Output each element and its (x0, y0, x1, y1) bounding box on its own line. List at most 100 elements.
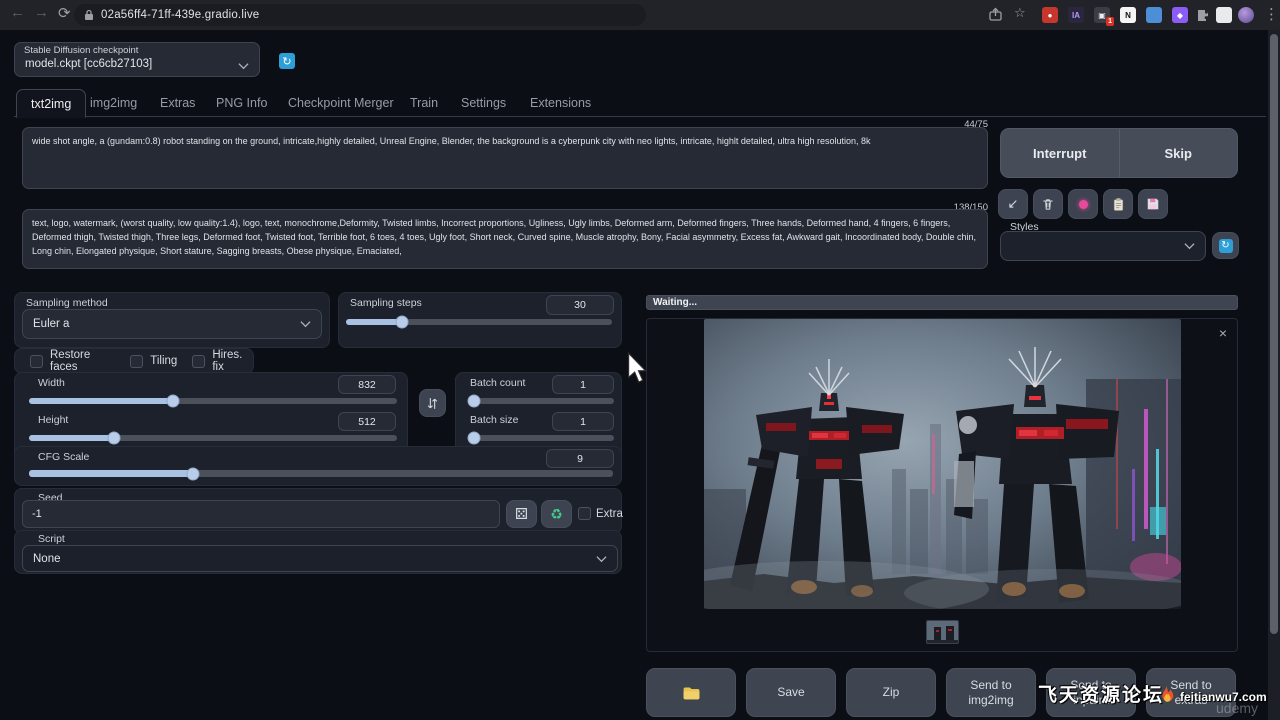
save-style-button[interactable] (1138, 189, 1168, 219)
slider-handle[interactable] (395, 316, 408, 329)
open-folder-button[interactable] (646, 668, 736, 717)
chevron-down-icon (300, 320, 311, 328)
width-label: Width (38, 377, 65, 389)
slider-handle[interactable] (107, 432, 120, 445)
tab-txt2img[interactable]: txt2img (16, 89, 86, 118)
slider-handle[interactable] (468, 395, 481, 408)
styles-dropdown[interactable] (1000, 231, 1206, 261)
cfg-scale-label: CFG Scale (38, 451, 89, 463)
sampling-method-value: Euler a (33, 318, 69, 330)
extension-icon-red[interactable]: ● (1042, 7, 1058, 23)
prompt-input[interactable]: wide shot angle, a (gundam:0.8) robot st… (22, 127, 988, 189)
batch-count-slider[interactable] (470, 398, 614, 404)
tab-extras[interactable]: Extras (160, 89, 195, 117)
output-gallery: × (646, 318, 1238, 652)
sampling-steps-slider[interactable] (346, 319, 612, 325)
checkpoint-value: model.ckpt [cc6cb27103] (25, 58, 152, 70)
restore-faces-checkbox[interactable] (30, 355, 43, 368)
seed-input[interactable] (22, 500, 500, 528)
extensions-puzzle-icon[interactable] (1196, 8, 1210, 22)
clipboard-icon (1112, 197, 1125, 212)
slider-handle[interactable] (186, 467, 199, 480)
cfg-scale-value[interactable] (546, 449, 614, 468)
script-value: None (33, 553, 61, 565)
batch-size-value[interactable] (552, 412, 614, 431)
checkpoint-label: Stable Diffusion checkpoint (24, 45, 138, 56)
extension-badge: 1 (1106, 17, 1114, 26)
hires-fix-checkbox[interactable] (192, 355, 205, 368)
height-slider[interactable] (29, 435, 397, 441)
refresh-icon: ↻ (1219, 239, 1233, 253)
extension-icon-n[interactable]: N (1120, 7, 1136, 23)
seed-extra-checkbox[interactable] (578, 507, 591, 520)
bookmark-star-icon[interactable]: ☆ (1014, 5, 1026, 21)
slider-handle[interactable] (468, 432, 481, 445)
pink-card-icon (1079, 200, 1088, 209)
chevron-down-icon (596, 555, 607, 563)
progress-bar: Waiting... (646, 295, 1238, 310)
tab-checkpoint-merger[interactable]: Checkpoint Merger (288, 89, 394, 117)
batch-count-value[interactable] (552, 375, 614, 394)
tab-extensions[interactable]: Extensions (530, 89, 591, 117)
tab-train[interactable]: Train (410, 89, 438, 117)
extra-networks-button[interactable] (1068, 189, 1098, 219)
slider-fill (29, 435, 114, 441)
apply-style-button[interactable] (1103, 189, 1133, 219)
height-label: Height (38, 414, 68, 426)
folder-icon (682, 685, 701, 701)
close-icon[interactable]: × (1219, 325, 1227, 341)
negative-prompt-input[interactable]: text, logo, watermark, (worst quality, l… (22, 209, 988, 269)
extension-icon-blue[interactable] (1146, 7, 1162, 23)
sampling-method-dropdown[interactable]: Euler a (22, 309, 322, 339)
batch-size-slider[interactable] (470, 435, 614, 441)
back-icon[interactable]: ← (10, 4, 25, 21)
extension-icon-dark[interactable]: ▣ 1 (1094, 7, 1110, 23)
skip-button[interactable]: Skip (1119, 129, 1238, 177)
interrupt-button[interactable]: Interrupt (1001, 129, 1119, 177)
refresh-checkpoint-icon[interactable]: ↻ (279, 53, 295, 69)
tiling-checkbox[interactable] (130, 355, 143, 368)
script-dropdown[interactable]: None (22, 545, 618, 572)
sampling-steps-value[interactable] (546, 295, 614, 315)
swap-dimensions-button[interactable] (419, 389, 446, 417)
tab-img2img[interactable]: img2img (90, 89, 137, 117)
progress-text: Waiting... (653, 297, 697, 308)
height-value[interactable] (338, 412, 396, 431)
send-to-img2img-button[interactable]: Send to img2img (946, 668, 1036, 717)
gallery-thumbnail[interactable] (926, 620, 959, 644)
gundam-cyberpunk-image (704, 319, 1181, 609)
dice-icon: ⚄ (515, 505, 528, 523)
generation-buttons: Interrupt Skip (1000, 128, 1238, 178)
scrollbar-thumb[interactable] (1270, 34, 1278, 634)
forward-icon[interactable]: → (34, 4, 49, 21)
generated-image[interactable] (704, 319, 1181, 609)
width-value[interactable] (338, 375, 396, 394)
clear-prompt-button[interactable] (1033, 189, 1063, 219)
paste-generation-params-button[interactable]: ↙ (998, 189, 1028, 219)
tab-settings[interactable]: Settings (461, 89, 506, 117)
watermark-site-name: 飞天资源论坛 (1038, 680, 1164, 707)
extension-icon-purple[interactable]: ◆ (1172, 7, 1188, 23)
address-bar[interactable]: 02a56ff4-71ff-439e.gradio.live (74, 4, 646, 26)
zip-button[interactable]: Zip (846, 668, 936, 717)
tab-png-info[interactable]: PNG Info (216, 89, 267, 117)
width-slider[interactable] (29, 398, 397, 404)
thumbnail-image (927, 621, 959, 644)
chevron-down-icon (238, 62, 249, 70)
share-icon[interactable] (988, 7, 1003, 22)
random-seed-button[interactable]: ⚄ (506, 500, 537, 528)
slider-handle[interactable] (166, 395, 179, 408)
cfg-scale-slider[interactable] (29, 470, 613, 477)
refresh-styles-button[interactable]: ↻ (1212, 232, 1239, 259)
save-button[interactable]: Save (746, 668, 836, 717)
profile-avatar[interactable] (1238, 7, 1254, 23)
extension-icon-light[interactable] (1216, 7, 1232, 23)
recycle-icon: ♻ (550, 506, 563, 523)
script-label: Script (38, 533, 65, 545)
reuse-seed-button[interactable]: ♻ (541, 500, 572, 528)
extension-icon-ia[interactable]: IA (1068, 7, 1084, 23)
page-scrollbar[interactable] (1268, 30, 1280, 720)
menu-dots-icon[interactable]: ⋮ (1264, 5, 1279, 23)
slider-fill (29, 470, 193, 477)
reload-icon[interactable]: ⟳ (58, 4, 71, 22)
